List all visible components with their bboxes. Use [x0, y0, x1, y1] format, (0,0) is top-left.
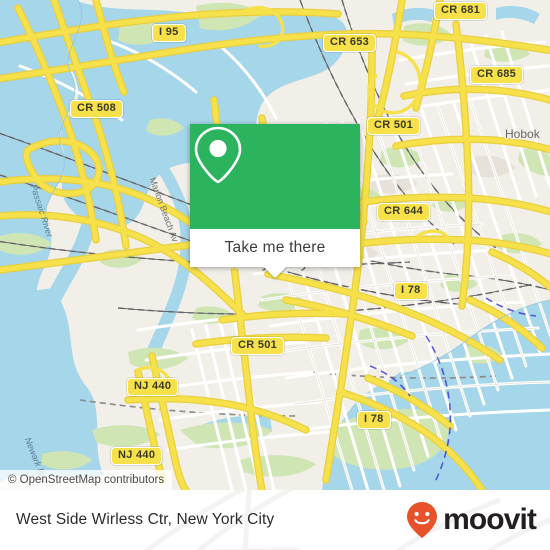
- map-canvas[interactable]: I 95 CR 653 CR 681 CR 685 CR 508 CR 501 …: [0, 0, 550, 490]
- moovit-brand[interactable]: moovit: [405, 490, 537, 550]
- take-me-there-label: Take me there: [224, 239, 326, 256]
- location-title: West Side Wirless Ctr, New York City: [16, 511, 275, 528]
- moovit-pin-smile-icon: [407, 502, 438, 538]
- popup-footer[interactable]: Take me there: [190, 229, 360, 267]
- popup-header: [190, 124, 360, 229]
- map-screenshot: I 95 CR 653 CR 681 CR 685 CR 508 CR 501 …: [0, 0, 550, 550]
- map-popup-card[interactable]: Take me there: [190, 124, 360, 278]
- moovit-wordmark: moovit: [443, 503, 537, 536]
- osm-attribution[interactable]: © OpenStreetMap contributors: [0, 470, 173, 490]
- popup-pointer: [263, 266, 287, 278]
- footer-bar: West Side Wirless Ctr, New York City moo…: [0, 490, 550, 550]
- map-pin-icon: [194, 126, 242, 184]
